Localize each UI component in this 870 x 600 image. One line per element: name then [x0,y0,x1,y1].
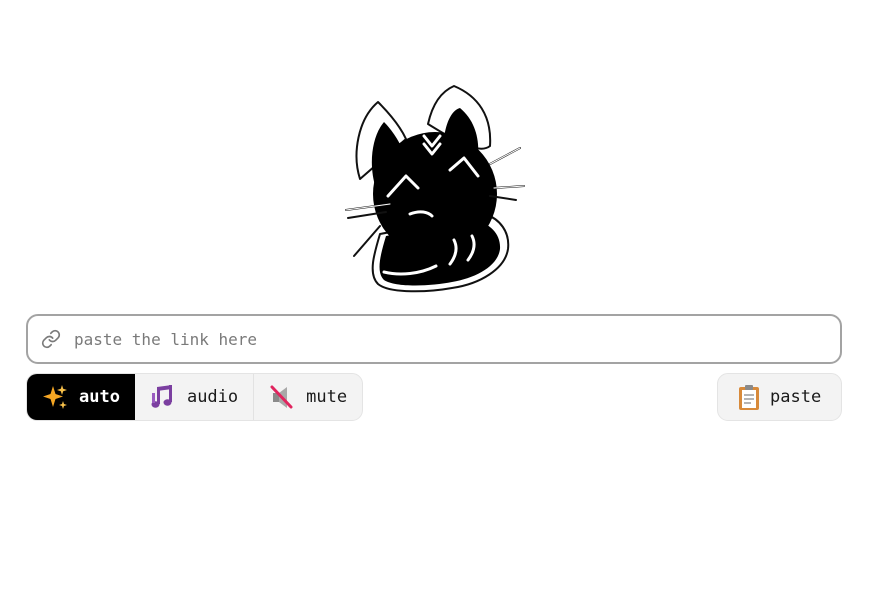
mode-audio-button[interactable]: audio [135,374,255,420]
mode-auto-label: auto [79,387,120,407]
link-input-box[interactable] [26,314,842,364]
link-icon [40,328,62,350]
sparkles-icon [41,383,69,411]
paste-button-label: paste [770,387,822,407]
music-notes-icon [149,383,177,411]
muted-speaker-icon [268,383,296,411]
mode-mute-label: mute [306,387,348,407]
mode-auto-button[interactable]: auto [27,374,135,420]
paste-button[interactable]: paste [717,373,842,421]
mode-mute-button[interactable]: mute [254,374,362,420]
cat-mascot-icon [340,84,530,296]
download-mode-switcher: auto audio mute [26,373,364,421]
mode-audio-label: audio [186,387,239,407]
clipboard-icon [736,383,762,411]
link-input[interactable] [74,316,840,362]
